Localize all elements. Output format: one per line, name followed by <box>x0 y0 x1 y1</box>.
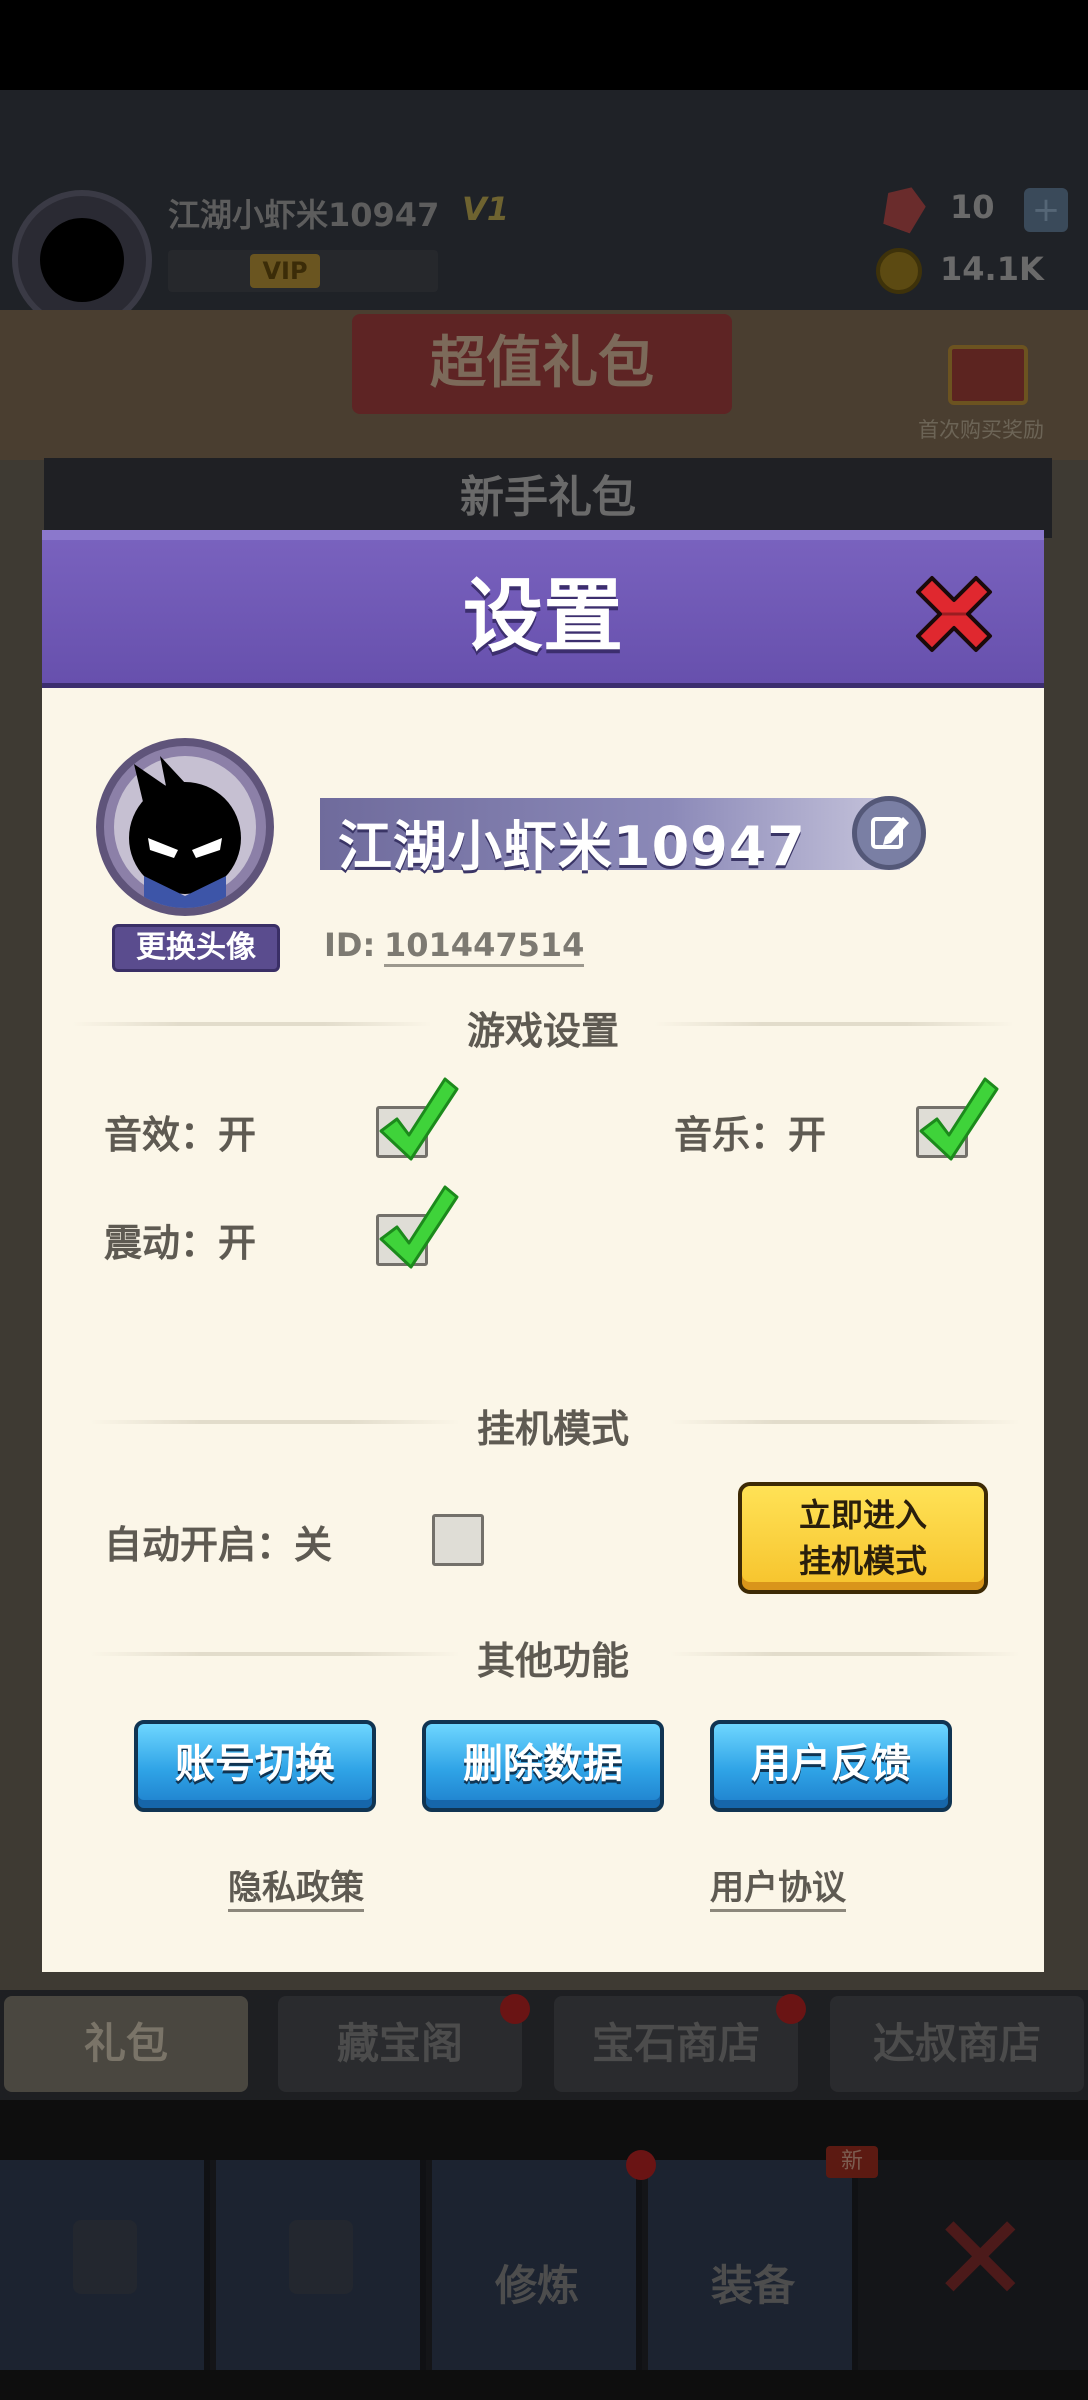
vibration-checkbox[interactable] <box>376 1185 459 1269</box>
shop-banner: 超值礼包 <box>352 314 732 414</box>
account-switch-button[interactable]: 账号切换 <box>134 1720 376 1812</box>
privacy-policy-link[interactable]: 隐私政策 <box>228 1860 364 1912</box>
change-avatar-button[interactable]: 更换头像 <box>112 924 280 972</box>
lock-icon <box>73 2220 137 2294</box>
enter-idle-line2: 挂机模式 <box>798 1542 927 1580</box>
nav-close-icon[interactable]: ✕ <box>930 2200 1031 2320</box>
player-name: 江湖小虾米10947 <box>168 196 440 234</box>
treasure-chest-icon[interactable] <box>948 345 1028 405</box>
close-icon <box>916 576 992 652</box>
other-functions-title: 其他功能 <box>476 1639 629 1683</box>
lock-icon <box>289 2220 353 2294</box>
tab-gift[interactable]: 礼包 <box>4 1996 248 2092</box>
player-avatar <box>12 190 152 330</box>
nav-locked-2[interactable] <box>216 2160 426 2370</box>
sound-checkbox[interactable] <box>376 1077 459 1161</box>
edit-icon <box>871 817 909 849</box>
status-bar <box>0 0 1088 90</box>
settings-dialog: 设置 更换头像 江湖小虾米10947 ID: 101447514 游戏设置 音效… <box>42 530 1044 1972</box>
sound-label: 音效：开 <box>104 1113 257 1157</box>
enter-idle-line1: 立即进入 <box>798 1496 927 1534</box>
idle-mode-title: 挂机模式 <box>476 1407 629 1451</box>
tab-dashu-shop[interactable]: 达叔商店 <box>830 1996 1084 2092</box>
coin-count: 14.1K <box>940 250 1044 288</box>
player-name-display: 江湖小虾米10947 <box>338 815 806 878</box>
settings-header: 设置 <box>42 530 1044 688</box>
settings-title: 设置 <box>463 570 623 663</box>
vip-badge: VIP <box>250 254 320 288</box>
feedback-button[interactable]: 用户反馈 <box>710 1720 952 1812</box>
add-gems-button[interactable]: + <box>1024 188 1068 232</box>
user-agreement-link[interactable]: 用户协议 <box>710 1860 846 1912</box>
tab-treasure[interactable]: 藏宝阁 <box>278 1996 522 2092</box>
notification-dot <box>626 2150 656 2180</box>
notification-dot <box>500 1994 530 2024</box>
shop-panel-title: 新手礼包 <box>44 458 1052 538</box>
ninja-avatar-icon <box>129 756 241 908</box>
checkmark-icon <box>379 1185 459 1269</box>
player-id-value: 101447514 <box>384 926 585 967</box>
avatar[interactable] <box>96 738 274 916</box>
auto-start-label: 自动开启：关 <box>104 1523 333 1567</box>
nav-cultivate-label: 修炼 <box>494 2261 579 2310</box>
delete-data-button[interactable]: 删除数据 <box>422 1720 664 1812</box>
first-purchase-label: 首次购买奖励 <box>918 418 1044 442</box>
music-label: 音乐：开 <box>674 1113 827 1157</box>
nav-equipment-label: 装备 <box>710 2261 795 2310</box>
new-badge: 新 <box>826 2146 878 2178</box>
vip-level: V1 <box>462 190 510 228</box>
gem-count: 10 <box>950 188 995 226</box>
enter-idle-mode-button[interactable]: 立即进入 挂机模式 <box>738 1482 988 1594</box>
player-id-label: ID: <box>324 926 376 964</box>
edit-name-button[interactable] <box>852 796 926 870</box>
vibration-label: 震动：开 <box>104 1221 257 1265</box>
checkmark-icon <box>379 1077 459 1161</box>
music-checkbox[interactable] <box>916 1077 999 1161</box>
tab-gem-shop[interactable]: 宝石商店 <box>554 1996 798 2092</box>
close-button[interactable] <box>910 570 998 658</box>
checkmark-icon <box>919 1077 999 1161</box>
player-header <box>0 90 1088 310</box>
nav-locked-1[interactable] <box>0 2160 210 2370</box>
notification-dot <box>776 1994 806 2024</box>
game-settings-title: 游戏设置 <box>466 1009 619 1053</box>
coin-icon <box>876 248 922 294</box>
auto-start-checkbox[interactable] <box>432 1514 484 1566</box>
